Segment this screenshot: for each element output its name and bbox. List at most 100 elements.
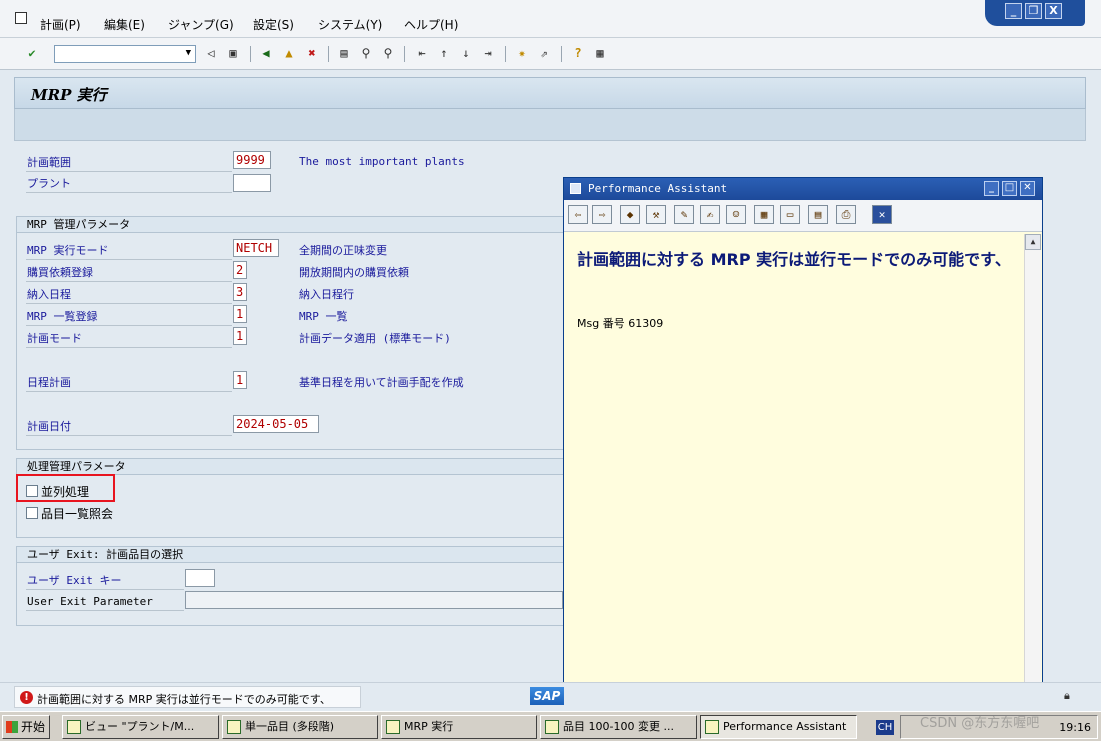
- taskbar-item-label: 品目 100-100 変更 ...: [563, 720, 674, 733]
- book-icon[interactable]: ◆: [620, 205, 640, 224]
- divider: [26, 281, 232, 282]
- close-icon[interactable]: ✕: [872, 205, 892, 224]
- find-icon[interactable]: ⚲: [358, 45, 374, 61]
- toolbar-separator: [561, 46, 562, 62]
- delivery-schedule-desc: 納入日程行: [299, 288, 354, 301]
- clock[interactable]: 19:16: [1059, 721, 1091, 734]
- menu-jump[interactable]: ジャンプ(G): [168, 16, 234, 33]
- divider: [26, 171, 232, 172]
- divider: [26, 391, 232, 392]
- command-field[interactable]: ▼: [54, 45, 196, 63]
- table-icon[interactable]: ▦: [754, 205, 774, 224]
- enter-icon[interactable]: ✔: [24, 45, 40, 61]
- screen-icon[interactable]: ▭: [780, 205, 800, 224]
- menu-settings[interactable]: 設定(S): [253, 16, 294, 33]
- planning-date-input[interactable]: 2024-05-05: [233, 415, 319, 433]
- new-session-icon[interactable]: ✷: [514, 45, 530, 61]
- pa-title: Performance Assistant: [588, 182, 728, 195]
- chevron-down-icon[interactable]: ▼: [186, 48, 191, 58]
- start-button[interactable]: 开始: [2, 715, 50, 739]
- planning-scope-input[interactable]: 9999: [233, 151, 271, 169]
- purchase-req-desc: 開放期間内の購買依頼: [299, 266, 409, 279]
- pa-title-bar[interactable]: Performance Assistant _ □ ✕: [564, 178, 1042, 200]
- watermark: CSDN @东方东喔吧: [920, 716, 1040, 731]
- minimize-icon[interactable]: _: [984, 181, 999, 196]
- taskbar-item[interactable]: 単一品目 (多段階): [222, 715, 378, 739]
- shortcut-icon[interactable]: ⇗: [536, 45, 552, 61]
- back-icon[interactable]: ⇦: [568, 205, 588, 224]
- page-icon[interactable]: ▤: [808, 205, 828, 224]
- lock-icon: 🔒︎: [1064, 689, 1070, 702]
- user-exit-key-label: ユーザ Exit キー: [27, 574, 122, 587]
- back-arrow-icon[interactable]: ◁: [203, 45, 219, 61]
- scroll-up-icon[interactable]: ▲: [1025, 234, 1041, 250]
- print-icon[interactable]: ⎙: [836, 205, 856, 224]
- mrp-list-label: MRP 一覧登録: [27, 310, 98, 323]
- note-icon[interactable]: ✍: [700, 205, 720, 224]
- sap-window-icon: [386, 720, 400, 734]
- sap-window-icon: [67, 720, 81, 734]
- close-icon[interactable]: X: [1045, 3, 1062, 19]
- taskbar-item[interactable]: 品目 100-100 変更 ...: [540, 715, 697, 739]
- taskbar-item[interactable]: MRP 実行: [381, 715, 537, 739]
- menu-help[interactable]: ヘルプ(H): [404, 16, 458, 33]
- technical-info-icon[interactable]: ⚒: [646, 205, 666, 224]
- last-page-icon[interactable]: ⇥: [480, 45, 496, 61]
- window-controls: _ ❐ X: [985, 0, 1085, 26]
- menu-system[interactable]: システム(Y): [318, 16, 382, 33]
- scheduling-input[interactable]: 1: [233, 371, 247, 389]
- mrp-mode-input[interactable]: NETCH: [233, 239, 279, 257]
- planning-scope-label: 計画範囲: [27, 156, 71, 169]
- status-message: 計画範囲に対する MRP 実行は並行モードでのみ可能です、: [37, 693, 331, 706]
- user-exit-key-input[interactable]: [185, 569, 215, 587]
- start-label: 开始: [21, 720, 46, 734]
- green-back-icon[interactable]: ◀: [258, 45, 274, 61]
- first-page-icon[interactable]: ⇤: [414, 45, 430, 61]
- status-message-box[interactable]: ! 計画範囲に対する MRP 実行は並行モードでのみ可能です、: [14, 686, 361, 708]
- material-list-label: 品目一覧照会: [41, 507, 114, 521]
- exit-icon[interactable]: ▲: [281, 45, 297, 61]
- plant-input[interactable]: [233, 174, 271, 192]
- divider: [26, 610, 184, 611]
- minimize-icon[interactable]: _: [1005, 3, 1022, 19]
- edit-icon[interactable]: ✎: [674, 205, 694, 224]
- taskbar-item[interactable]: ビュー "プラント/M...: [62, 715, 219, 739]
- purchase-req-input[interactable]: 2: [233, 261, 247, 279]
- window-icon: [570, 183, 581, 194]
- sap-window-icon: [705, 720, 719, 734]
- mrp-list-desc: MRP 一覧: [299, 310, 348, 323]
- user-icon[interactable]: ☺: [726, 205, 746, 224]
- delivery-schedule-input[interactable]: 3: [233, 283, 247, 301]
- forward-icon[interactable]: ⇨: [592, 205, 612, 224]
- divider: [26, 347, 232, 348]
- user-exit-param-input[interactable]: [185, 591, 563, 609]
- document-icon[interactable]: [15, 12, 27, 24]
- taskbar-item-active[interactable]: Performance Assistant: [700, 715, 857, 739]
- mrp-mode-label: MRP 実行モード: [27, 244, 109, 257]
- print-icon[interactable]: ▤: [336, 45, 352, 61]
- planning-mode-input[interactable]: 1: [233, 327, 247, 345]
- pa-message-number: Msg 番号 61309: [577, 317, 664, 330]
- mrp-list-input[interactable]: 1: [233, 305, 247, 323]
- taskbar-item-label: ビュー "プラント/M...: [85, 720, 195, 733]
- next-page-icon[interactable]: ↓: [458, 45, 474, 61]
- menu-plan[interactable]: 計画(P): [40, 16, 81, 33]
- divider: [26, 259, 232, 260]
- page-title: MRP 実行: [31, 86, 107, 104]
- prev-page-icon[interactable]: ↑: [436, 45, 452, 61]
- layout-icon[interactable]: ▦: [592, 45, 608, 61]
- language-indicator[interactable]: CH: [876, 720, 894, 735]
- restore-icon[interactable]: ❐: [1025, 3, 1042, 19]
- save-icon[interactable]: ▣: [225, 45, 241, 61]
- pa-toolbar: ⇦ ⇨ ◆ ⚒ ✎ ✍ ☺ ▦ ▭ ▤ ⎙ ✕: [564, 200, 1042, 232]
- help-icon[interactable]: ?: [570, 45, 586, 61]
- cancel-icon[interactable]: ✖: [304, 45, 320, 61]
- find-next-icon[interactable]: ⚲: [380, 45, 396, 61]
- close-icon[interactable]: ✕: [1020, 181, 1035, 196]
- menu-edit[interactable]: 編集(E): [104, 16, 145, 33]
- group-title: MRP 管理パラメータ: [17, 217, 563, 233]
- pa-scrollbar[interactable]: ▲: [1024, 234, 1041, 718]
- material-list-checkbox[interactable]: [26, 507, 38, 519]
- toolbar-separator: [250, 46, 251, 62]
- maximize-icon[interactable]: □: [1002, 181, 1017, 196]
